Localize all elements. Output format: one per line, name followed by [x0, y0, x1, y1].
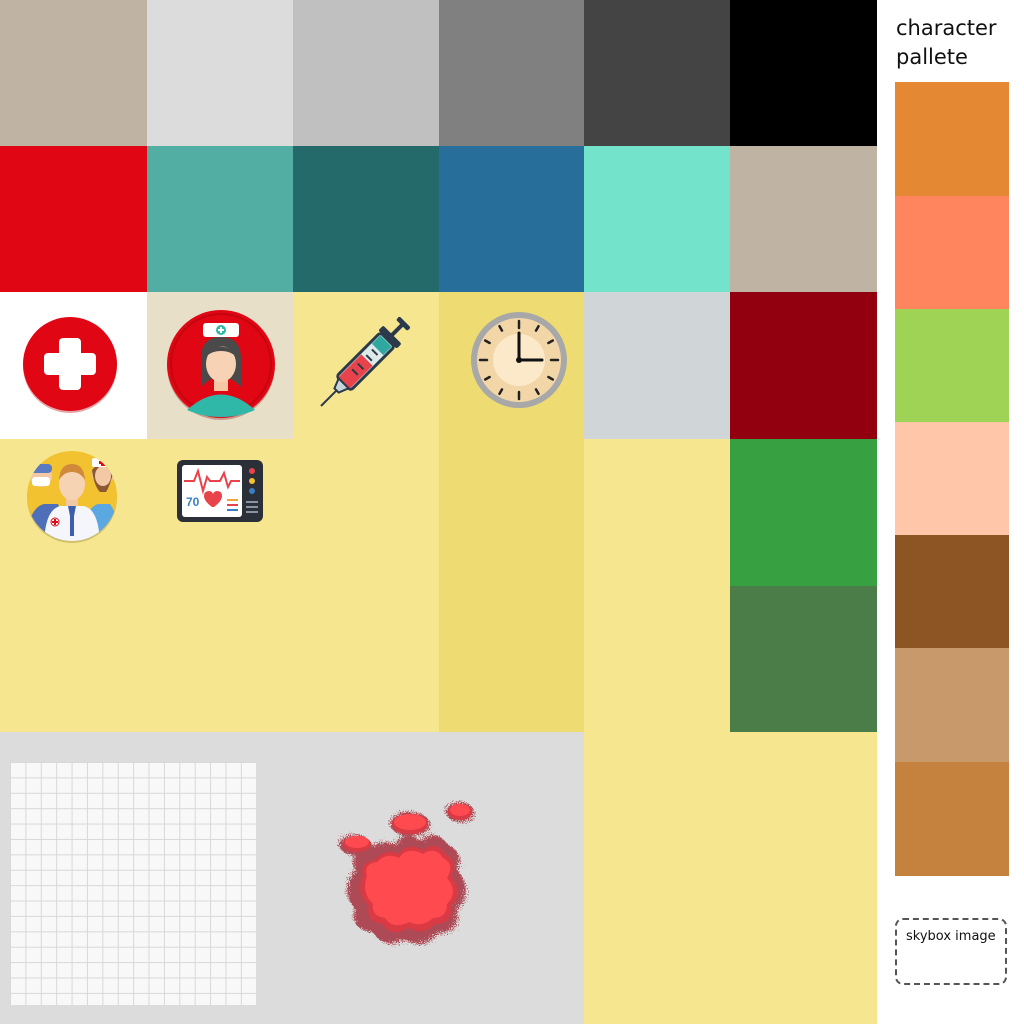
swatch-blue: [439, 146, 584, 292]
swatch-silver: [293, 0, 439, 146]
medical-cross-icon: [21, 316, 119, 414]
swatch-grey: [439, 0, 584, 146]
skybox-label: skybox image: [906, 929, 996, 944]
swatch-aqua: [584, 146, 730, 292]
blood-splat-icon: [325, 800, 490, 960]
heart-monitor-icon: 70: [176, 459, 264, 523]
swatch-beige-2: [730, 146, 877, 292]
syringe-icon: [305, 308, 420, 423]
yellow-column-right: [584, 439, 730, 1024]
swatch-beige: [0, 0, 147, 146]
swatch-dark-red: [730, 292, 877, 439]
swatch-teal: [147, 146, 293, 292]
swatch-pale-grey: [584, 292, 730, 439]
nurse-icon: [165, 309, 277, 421]
palette-swatch-lime: [895, 309, 1009, 422]
palette-swatch-peach: [895, 422, 1009, 535]
skybox-placeholder[interactable]: skybox image: [895, 918, 1007, 985]
yellow-bottom-right: [730, 732, 877, 1024]
palette-swatch-tan: [895, 648, 1009, 762]
palette-swatch-salmon: [895, 196, 1009, 309]
swatch-dark-teal: [293, 146, 439, 292]
swatch-green: [730, 439, 877, 586]
monitor-reading: 70: [186, 495, 200, 509]
swatch-red: [0, 146, 147, 292]
clock-icon: [470, 311, 568, 409]
white-tile-grid: [10, 762, 256, 1005]
swatch-black: [730, 0, 877, 146]
panel-title: character pallete: [896, 16, 997, 69]
swatch-dark-grey: [584, 0, 730, 146]
palette-swatch-brown: [895, 535, 1009, 648]
palette-swatch-orange: [895, 82, 1009, 196]
palette-swatch-ochre: [895, 762, 1009, 876]
swatch-dark-green: [730, 586, 877, 732]
medical-team-icon: [24, 448, 120, 548]
swatch-light-grey: [147, 0, 293, 146]
